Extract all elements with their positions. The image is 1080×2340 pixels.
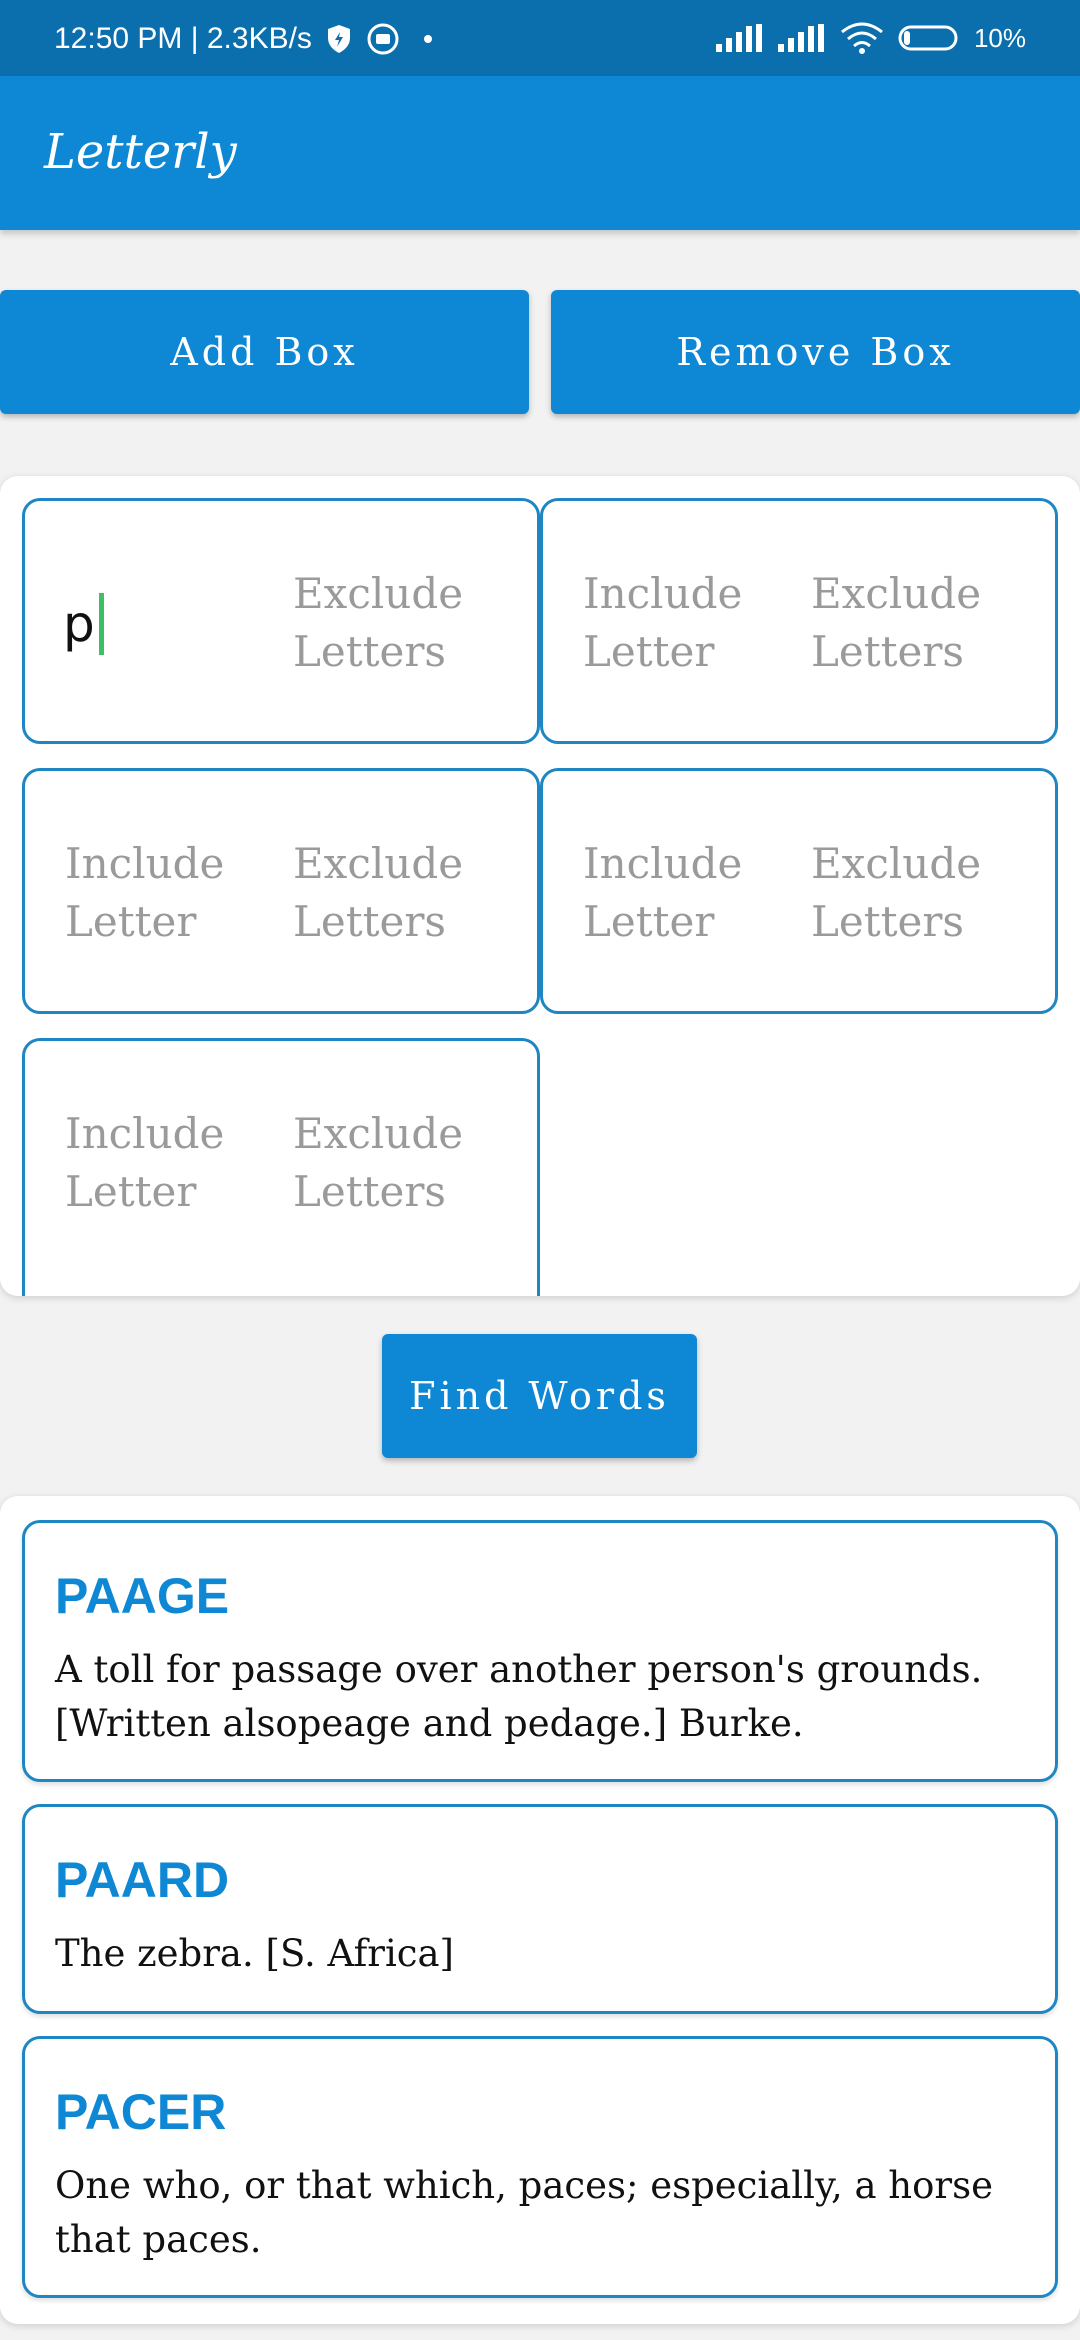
result-card[interactable]: PAARD The zebra. [S. Africa] (22, 1804, 1058, 2014)
result-card[interactable]: PAAGE A toll for passage over another pe… (22, 1520, 1058, 1782)
result-definition: The zebra. [S. Africa] (55, 1932, 454, 1975)
exclude-letters-input[interactable]: Exclude Letters (293, 1105, 523, 1221)
exclude-letters-input[interactable]: Exclude Letters (293, 565, 523, 681)
signal-icon-2 (777, 24, 826, 52)
battery-percent: 10% (973, 22, 1026, 53)
include-letter-input[interactable]: Include Letter (65, 1105, 265, 1221)
app-bar: Letterly (0, 76, 1080, 230)
shield-icon (326, 24, 352, 54)
letter-boxes-panel: p Exclude Letters Include Letter Exclude… (0, 476, 1080, 1296)
result-definition: A toll for passage over another person's… (55, 1648, 983, 1745)
text-caret (98, 593, 104, 655)
add-box-button[interactable]: Add Box (0, 290, 529, 414)
letter-box-3[interactable]: Include Letter Exclude Letters (22, 768, 540, 1014)
status-right: 10% (715, 22, 1026, 54)
exclude-letters-input[interactable]: Exclude Letters (293, 835, 523, 951)
include-letter-input[interactable]: Include Letter (65, 835, 265, 951)
result-word: PAARD (55, 1852, 230, 1908)
result-word: PAAGE (55, 1568, 230, 1624)
vpn-icon (366, 22, 400, 56)
letter-box-4[interactable]: Include Letter Exclude Letters (540, 768, 1058, 1014)
battery-icon (898, 24, 960, 52)
letter-box-2[interactable]: Include Letter Exclude Letters (540, 498, 1058, 744)
include-letter-input[interactable]: p (63, 593, 104, 655)
find-words-button[interactable]: Find Words (382, 1334, 697, 1458)
remove-box-button[interactable]: Remove Box (551, 290, 1080, 414)
status-bar: 12:50 PM | 2.3KB/s 10% (0, 0, 1080, 76)
letter-box-5[interactable]: Include Letter Exclude Letters (22, 1038, 540, 1296)
exclude-letters-input[interactable]: Exclude Letters (811, 565, 1041, 681)
exclude-letters-input[interactable]: Exclude Letters (811, 835, 1041, 951)
notification-dot-icon (423, 35, 432, 43)
include-letter-input[interactable]: Include Letter (583, 835, 783, 951)
signal-icon (715, 24, 764, 52)
result-definition: One who, or that which, paces; especiall… (55, 2164, 993, 2261)
wifi-icon (840, 22, 884, 54)
include-letter-input[interactable]: Include Letter (583, 565, 783, 681)
letter-box-1[interactable]: p Exclude Letters (22, 498, 540, 744)
result-word: PACER (55, 2084, 227, 2140)
status-time: 12:50 PM | 2.3KB/s (54, 22, 312, 55)
include-letter-value: p (63, 595, 95, 653)
results-list: PAAGE A toll for passage over another pe… (0, 1496, 1080, 2324)
app-title: Letterly (44, 124, 237, 180)
status-left: 12:50 PM | 2.3KB/s (54, 22, 432, 56)
result-card[interactable]: PACER One who, or that which, paces; esp… (22, 2036, 1058, 2298)
